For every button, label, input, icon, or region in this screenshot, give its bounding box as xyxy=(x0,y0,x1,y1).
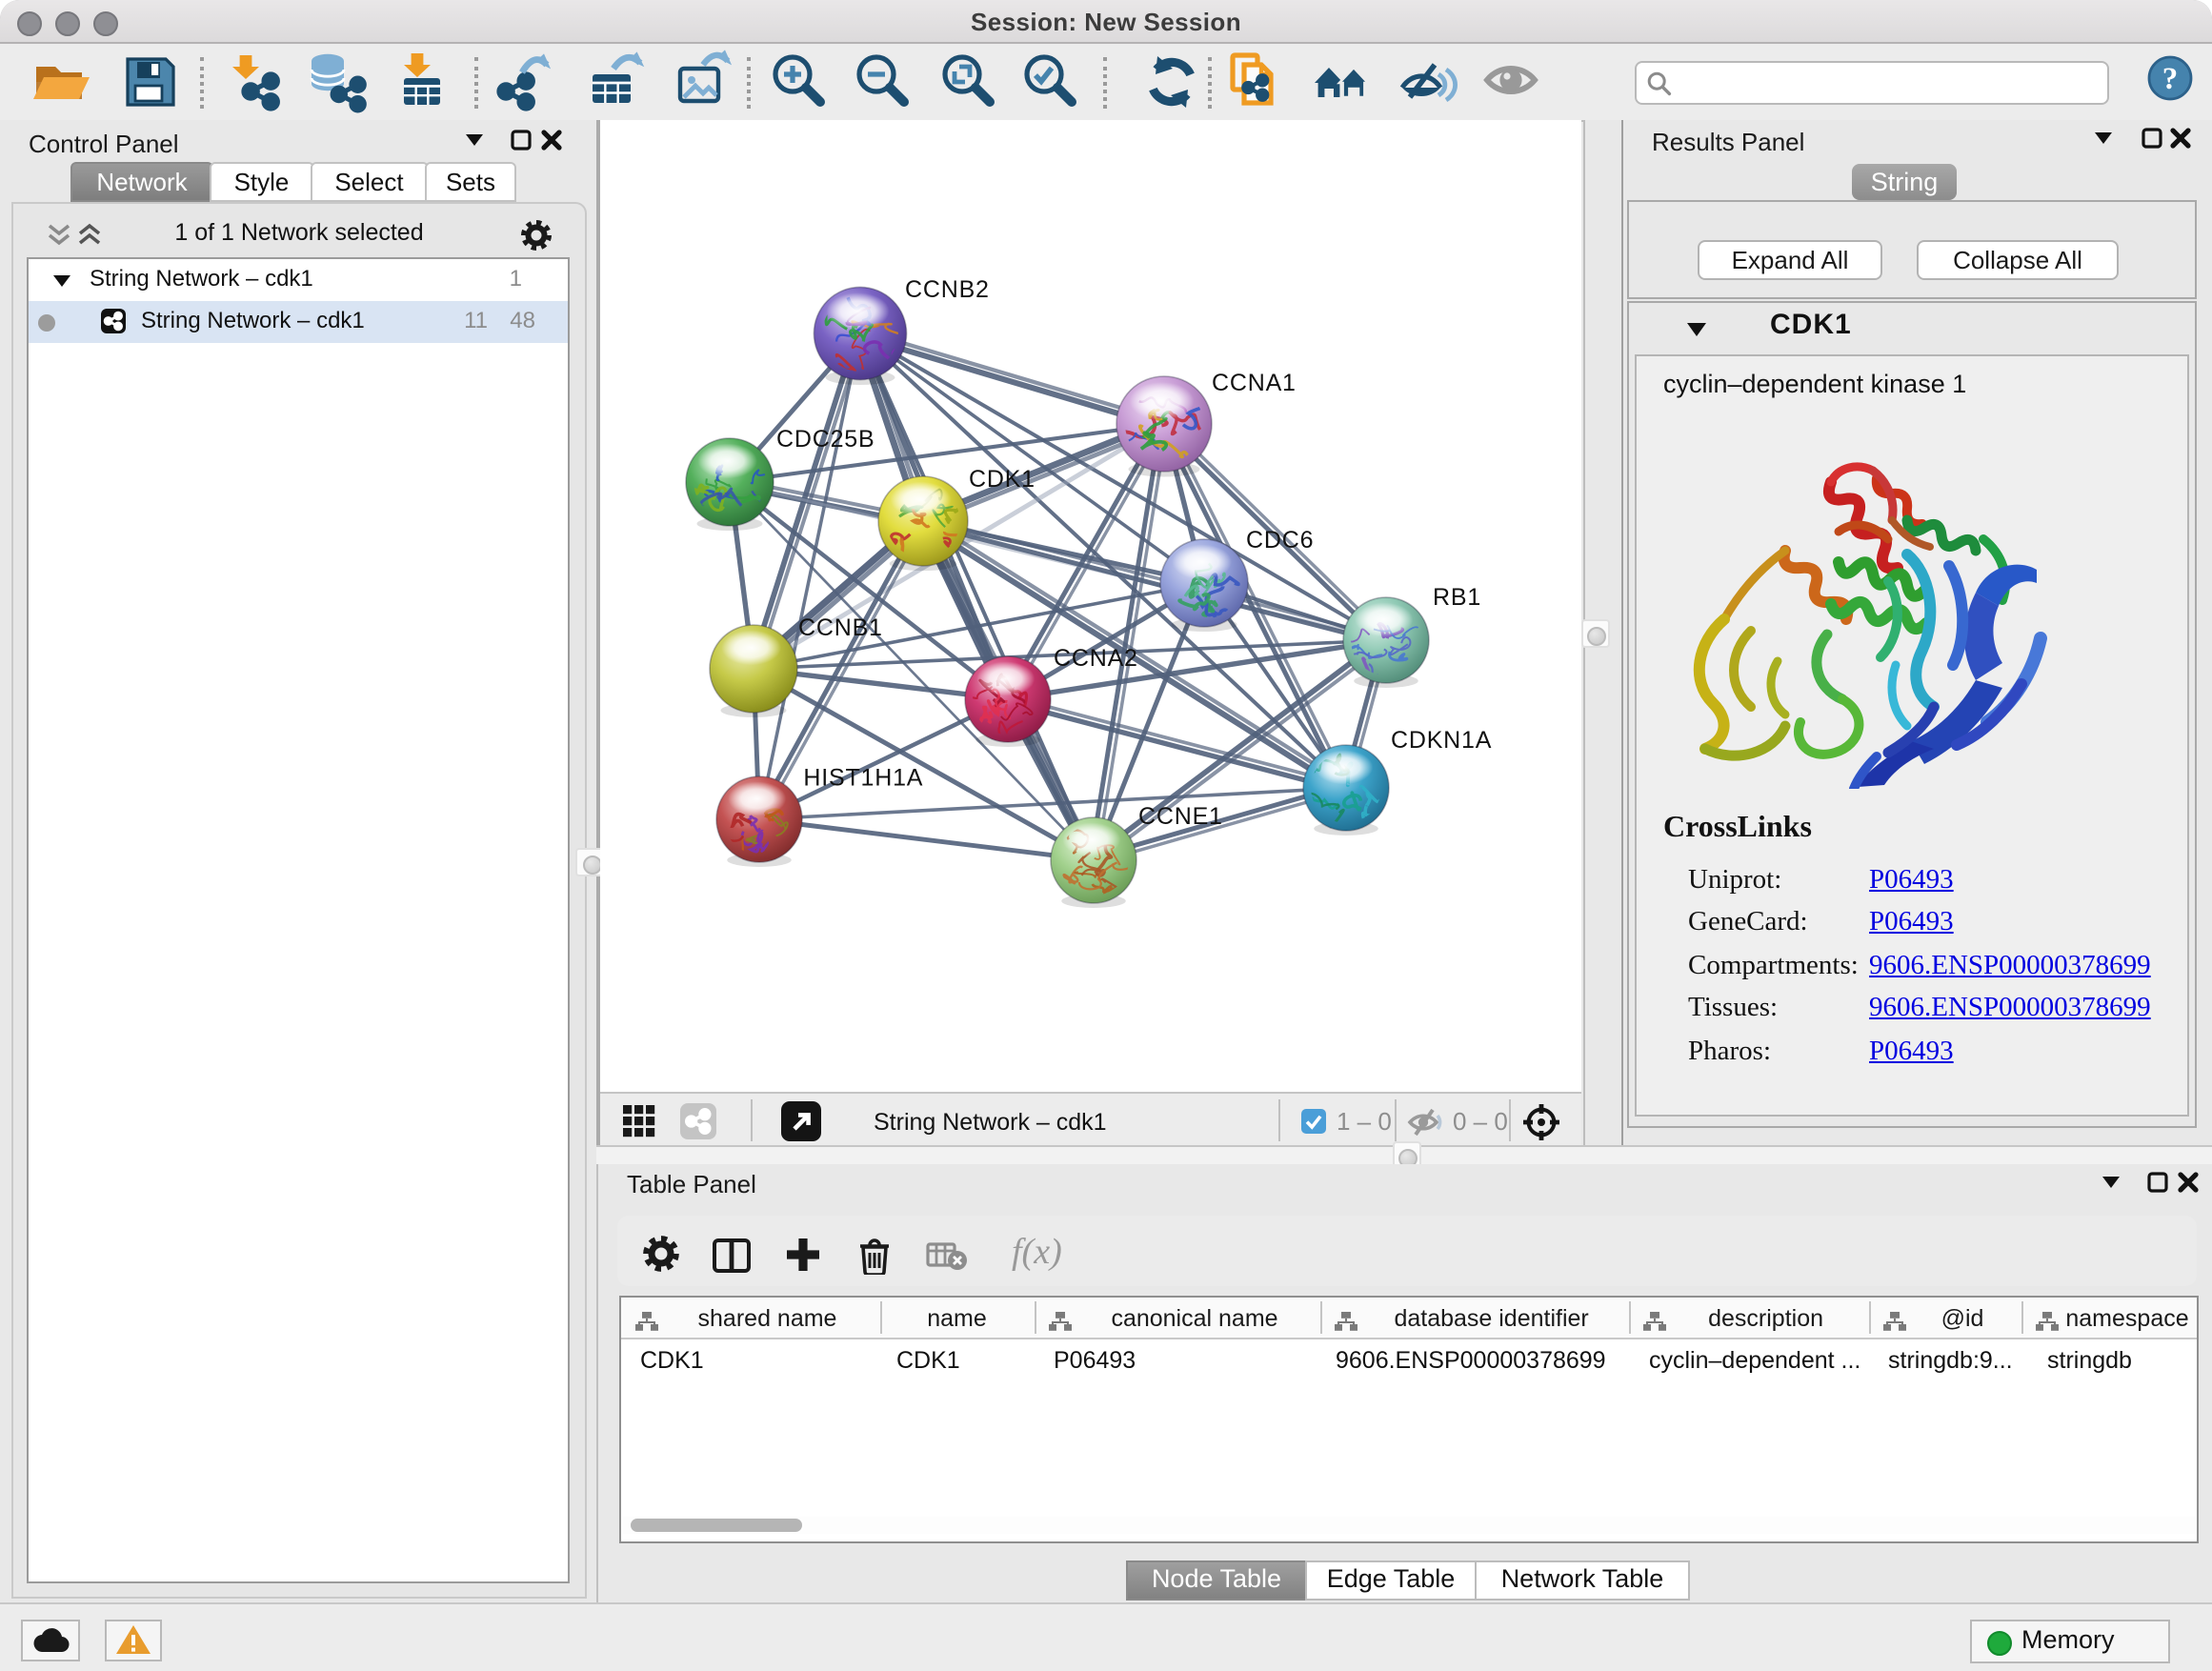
svg-text:CCNB1: CCNB1 xyxy=(797,614,882,641)
svg-text:CCNA1: CCNA1 xyxy=(1211,370,1296,396)
svg-text:CCNE1: CCNE1 xyxy=(1137,803,1222,830)
svg-text:CDKN1A: CDKN1A xyxy=(1390,727,1491,754)
svg-text:?: ? xyxy=(2162,61,2179,95)
svg-text:CDK1: CDK1 xyxy=(968,466,1035,493)
svg-text:HIST1H1A: HIST1H1A xyxy=(802,765,922,792)
svg-text:CDC25B: CDC25B xyxy=(775,426,874,453)
svg-text:RB1: RB1 xyxy=(1432,584,1480,611)
svg-text:CDC6: CDC6 xyxy=(1245,527,1313,554)
svg-text:CCNB2: CCNB2 xyxy=(904,276,989,303)
svg-text:CCNA2: CCNA2 xyxy=(1053,645,1137,672)
